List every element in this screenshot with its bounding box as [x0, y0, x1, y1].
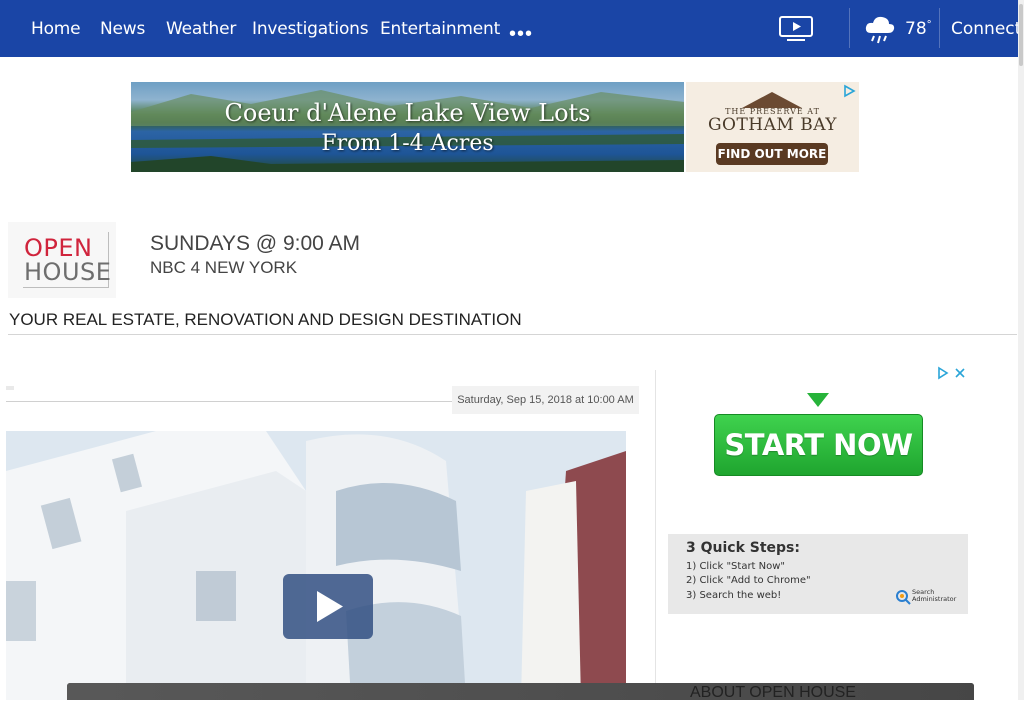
- logo-house-text: HOUSE: [24, 258, 112, 286]
- nav-weather-link[interactable]: Weather: [166, 19, 236, 39]
- search-administrator-label: Search Administrator: [912, 589, 956, 603]
- brand-line2: Administrator: [912, 595, 957, 603]
- open-house-logo[interactable]: OPEN HOUSE: [8, 222, 116, 298]
- show-schedule: SUNDAYS @ 9:00 AM: [150, 232, 360, 255]
- temperature-readout[interactable]: 78°: [905, 19, 932, 39]
- gotham-title: GOTHAM BAY: [707, 115, 838, 135]
- about-label[interactable]: ABOUT OPEN HOUSE: [690, 684, 856, 702]
- ad-headline-line2: From 1-4 Acres: [321, 131, 494, 156]
- nav-investigations-link[interactable]: Investigations: [252, 19, 369, 39]
- adchoices-close-icon[interactable]: [937, 366, 967, 380]
- start-now-button[interactable]: START NOW: [714, 414, 923, 476]
- logo-fragment-icon[interactable]: [0, 20, 4, 50]
- step-item: 2) Click "Add to Chrome": [686, 575, 811, 586]
- tv-video-icon[interactable]: [778, 14, 814, 42]
- house-photo: [6, 431, 626, 700]
- connect-link[interactable]: Connect: [951, 19, 1021, 39]
- nav-entertainment-link[interactable]: Entertainment: [380, 19, 500, 39]
- nav-home-link[interactable]: Home: [31, 19, 81, 39]
- find-out-more-button[interactable]: FIND OUT MORE: [716, 143, 828, 165]
- search-administrator-logo: Search Administrator: [895, 589, 959, 605]
- ad-headline-line1: Coeur d'Alene Lake View Lots: [224, 99, 591, 127]
- play-button[interactable]: [283, 574, 373, 639]
- scrollbar-thumb[interactable]: [1019, 4, 1023, 66]
- show-station: NBC 4 NEW YORK: [150, 258, 298, 277]
- show-tagline: YOUR REAL ESTATE, RENOVATION AND DESIGN …: [9, 310, 522, 329]
- house-roof-icon: [742, 92, 802, 108]
- column-divider: [655, 370, 656, 700]
- play-icon: [317, 591, 343, 622]
- temperature-unit: °: [926, 19, 932, 31]
- more-menu-button[interactable]: •••: [509, 23, 533, 46]
- adchoices-icon[interactable]: [842, 84, 856, 98]
- quick-steps-panel[interactable]: 3 Quick Steps: 1) Click "Start Now" 2) C…: [668, 534, 968, 614]
- step-item: 3) Search the web!: [686, 590, 782, 601]
- temperature-value: 78: [905, 19, 927, 39]
- date-divider: [6, 401, 452, 402]
- nav-news-link[interactable]: News: [100, 19, 145, 39]
- page-scrollbar[interactable]: [1018, 0, 1024, 700]
- tagline-divider: [8, 334, 1017, 335]
- down-arrow-icon: [807, 393, 829, 407]
- article-date: Saturday, Sep 15, 2018 at 10:00 AM: [452, 386, 639, 414]
- nav-divider: [849, 8, 850, 48]
- steps-title: 3 Quick Steps:: [686, 540, 800, 556]
- rain-cloud-icon[interactable]: [864, 13, 896, 47]
- article-mark: [6, 386, 14, 390]
- top-navigation-bar: Home News Weather Investigations Enterta…: [0, 0, 1021, 57]
- mountain-silhouette: [131, 90, 684, 172]
- nav-divider: [939, 8, 940, 48]
- top-banner-ad[interactable]: Coeur d'Alene Lake View Lots From 1-4 Ac…: [131, 82, 859, 172]
- lake-photo: Coeur d'Alene Lake View Lots From 1-4 Ac…: [131, 82, 684, 172]
- gotham-bay-panel[interactable]: THE PRESERVE AT GOTHAM BAY FIND OUT MORE: [686, 82, 859, 172]
- step-item: 1) Click "Start Now": [686, 561, 786, 572]
- magnifier-icon: [896, 590, 911, 605]
- video-player[interactable]: [6, 431, 626, 700]
